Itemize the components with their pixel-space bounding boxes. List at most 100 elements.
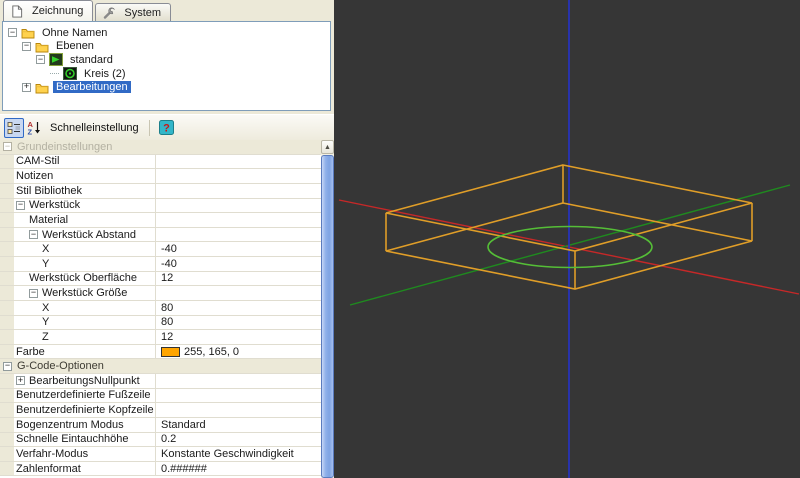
collapse-icon[interactable] — [22, 42, 31, 51]
property-row-stil-bibliothek[interactable]: Stil Bibliothek — [0, 184, 321, 199]
property-row-farbe[interactable]: Farbe 255, 165, 0 — [0, 345, 321, 360]
scrollbar-thumb[interactable] — [321, 155, 334, 478]
property-name-cell[interactable]: Werkstück Größe — [0, 286, 156, 301]
sort-az-icon: A Z — [27, 120, 42, 135]
property-name-cell[interactable]: Y — [0, 316, 156, 331]
property-row-abstand-x[interactable]: X -40 — [0, 242, 321, 257]
property-row-groesse-z[interactable]: Z 12 — [0, 330, 321, 345]
propgrid-scrollbar[interactable]: ▲ — [321, 140, 334, 478]
collapse-icon[interactable] — [3, 362, 12, 371]
property-name-cell[interactable]: Notizen — [0, 169, 156, 184]
property-value-cell[interactable]: 0.###### — [156, 462, 321, 477]
property-name-cell[interactable]: Werkstück Oberfläche — [0, 272, 156, 287]
property-name-cell[interactable]: Werkstück — [0, 199, 156, 214]
tree-item-label: Bearbeitungen — [53, 81, 131, 93]
folder-icon — [35, 81, 49, 94]
property-value-cell[interactable] — [156, 286, 321, 301]
collapse-icon[interactable] — [3, 142, 12, 151]
property-row-zahlenformat[interactable]: Zahlenformat 0.###### — [0, 462, 321, 477]
property-row-cam-stil[interactable]: CAM-Stil — [0, 155, 321, 170]
property-name-cell[interactable]: Material — [0, 213, 156, 228]
property-name-cell[interactable]: Werkstück Abstand — [0, 228, 156, 243]
property-value-cell[interactable] — [156, 228, 321, 243]
scroll-up-icon[interactable]: ▲ — [321, 140, 334, 154]
collapse-icon[interactable] — [29, 289, 38, 298]
tab-label: System — [124, 7, 161, 19]
property-name-cell[interactable]: Stil Bibliothek — [0, 184, 156, 199]
property-row-abstand-y[interactable]: Y -40 — [0, 257, 321, 272]
category-label: G-Code-Optionen — [17, 360, 104, 372]
property-value-cell[interactable] — [156, 199, 321, 214]
property-value-cell[interactable] — [156, 374, 321, 389]
property-name-cell[interactable]: X — [0, 301, 156, 316]
property-value-cell[interactable]: -40 — [156, 242, 321, 257]
property-value-cell[interactable] — [156, 155, 321, 170]
property-row-oberflaeche[interactable]: Werkstück Oberfläche 12 — [0, 272, 321, 287]
property-value-cell[interactable] — [156, 403, 321, 418]
quick-settings-label[interactable]: Schnelleinstellung — [50, 122, 139, 134]
collapse-icon[interactable] — [36, 55, 45, 64]
expand-icon[interactable] — [16, 376, 25, 385]
property-name-cell[interactable]: X — [0, 242, 156, 257]
property-name-cell[interactable]: Bogenzentrum Modus — [0, 418, 156, 433]
property-value-cell[interactable]: 255, 165, 0 — [156, 345, 321, 360]
property-name-cell[interactable]: Benutzerdefinierte Kopfzeile — [0, 403, 156, 418]
property-value-cell[interactable]: Konstante Geschwindigkeit — [156, 447, 321, 462]
property-value-cell[interactable] — [156, 184, 321, 199]
collapse-icon[interactable] — [8, 28, 17, 37]
tab-system[interactable]: System — [95, 3, 171, 21]
folder-icon — [35, 40, 49, 53]
property-name-cell[interactable]: Benutzerdefinierte Fußzeile — [0, 389, 156, 404]
property-row-fusszeile[interactable]: Benutzerdefinierte Fußzeile — [0, 389, 321, 404]
tree-item-ohne-namen[interactable]: Ohne Namen — [3, 26, 330, 40]
tree-item-bearbeitungen[interactable]: Bearbeitungen — [3, 80, 330, 94]
property-value-cell[interactable]: 0.2 — [156, 433, 321, 448]
property-name-cell[interactable]: BearbeitungsNullpunkt — [0, 374, 156, 389]
tab-zeichnung[interactable]: Zeichnung — [3, 0, 93, 21]
collapse-icon[interactable] — [29, 230, 38, 239]
tree-item-label: Ohne Namen — [39, 27, 110, 39]
property-row-groesse-x[interactable]: X 80 — [0, 301, 321, 316]
property-value-cell[interactable]: 12 — [156, 272, 321, 287]
category-row-gcode-optionen[interactable]: G-Code-Optionen — [0, 359, 321, 374]
tree-item-ebenen[interactable]: Ebenen — [3, 40, 330, 54]
property-row-werkstueck[interactable]: Werkstück — [0, 199, 321, 214]
collapse-icon[interactable] — [16, 201, 25, 210]
tree-item-kreis[interactable]: Kreis (2) — [3, 67, 330, 81]
property-value-cell[interactable] — [156, 389, 321, 404]
property-name-cell[interactable]: Schnelle Eintauchhöhe — [0, 433, 156, 448]
categorized-view-button[interactable] — [4, 118, 24, 138]
property-value-cell[interactable]: Standard — [156, 418, 321, 433]
property-value-cell[interactable]: -40 — [156, 257, 321, 272]
property-name-cell[interactable]: Zahlenformat — [0, 462, 156, 477]
tree-item-standard[interactable]: standard — [3, 53, 330, 67]
property-row-notizen[interactable]: Notizen — [0, 169, 321, 184]
property-name-cell[interactable]: Verfahr-Modus — [0, 447, 156, 462]
property-name-cell[interactable]: Y — [0, 257, 156, 272]
help-button[interactable]: ? — [157, 118, 177, 138]
drawing-tree[interactable]: Ohne Namen Ebenen standard — [2, 21, 331, 111]
category-row-grundeinstellungen[interactable]: Grundeinstellungen — [0, 140, 321, 155]
sort-alphabetical-button[interactable]: A Z — [24, 118, 44, 138]
property-value-cell[interactable] — [156, 213, 321, 228]
property-row-bogenzentrum-modus[interactable]: Bogenzentrum Modus Standard — [0, 418, 321, 433]
toolbar-separator — [149, 120, 150, 136]
property-row-kopfzeile[interactable]: Benutzerdefinierte Kopfzeile — [0, 403, 321, 418]
property-name-cell[interactable]: CAM-Stil — [0, 155, 156, 170]
property-name-cell[interactable]: Farbe — [0, 345, 156, 360]
property-row-werkstueck-groesse[interactable]: Werkstück Größe — [0, 286, 321, 301]
property-value-cell[interactable] — [156, 169, 321, 184]
property-value-cell[interactable]: 80 — [156, 301, 321, 316]
viewport-3d[interactable] — [334, 0, 800, 478]
property-value-cell[interactable]: 80 — [156, 316, 321, 331]
property-row-groesse-y[interactable]: Y 80 — [0, 316, 321, 331]
property-value-cell[interactable]: 12 — [156, 330, 321, 345]
property-row-verfahr-modus[interactable]: Verfahr-Modus Konstante Geschwindigkeit — [0, 447, 321, 462]
tree-item-label: Kreis (2) — [81, 68, 129, 80]
expand-icon[interactable] — [22, 83, 31, 92]
property-row-werkstueck-abstand[interactable]: Werkstück Abstand — [0, 228, 321, 243]
property-row-material[interactable]: Material — [0, 213, 321, 228]
property-name-cell[interactable]: Z — [0, 330, 156, 345]
property-row-eintauchhoehe[interactable]: Schnelle Eintauchhöhe 0.2 — [0, 433, 321, 448]
property-row-bearbeitungsnullpunkt[interactable]: BearbeitungsNullpunkt — [0, 374, 321, 389]
